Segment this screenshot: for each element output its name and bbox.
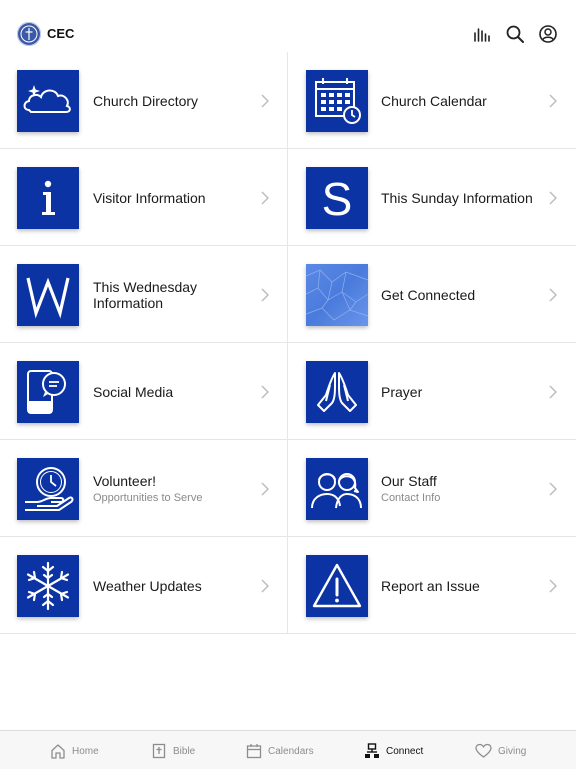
grid-item-label: Church Directory bbox=[93, 93, 199, 109]
grid-item-label: Social Media bbox=[93, 384, 174, 400]
chevron-right-icon bbox=[549, 579, 557, 593]
chevron-right-icon bbox=[549, 482, 557, 496]
tab-home[interactable]: Home bbox=[50, 740, 99, 762]
grid-item-label: Church Calendar bbox=[381, 93, 487, 109]
letter-w-icon bbox=[17, 264, 79, 326]
snowflake-icon bbox=[17, 555, 79, 617]
chevron-right-icon bbox=[549, 191, 557, 205]
grid-item-label: This Wednesday Information bbox=[93, 279, 198, 311]
connect-icon bbox=[365, 743, 379, 758]
cloud-icon bbox=[17, 70, 79, 132]
tab-label: Giving bbox=[498, 745, 527, 757]
tab-bible[interactable]: Bible bbox=[151, 740, 195, 762]
warning-icon bbox=[306, 555, 368, 617]
cec-logo-icon[interactable] bbox=[17, 22, 41, 46]
chat-phone-icon bbox=[17, 361, 79, 423]
grid-item-label: Report an Issue bbox=[381, 578, 480, 594]
tab-label: Connect bbox=[386, 745, 424, 757]
tab-bar: Home Bible Calendars Connect Giving bbox=[0, 730, 576, 769]
heart-icon bbox=[475, 743, 492, 758]
praying-hands-icon bbox=[306, 361, 368, 423]
chevron-right-icon bbox=[549, 94, 557, 108]
chevron-right-icon bbox=[261, 288, 269, 302]
grid-item-label: Visitor Information bbox=[93, 190, 206, 206]
grid-item-social-media[interactable]: Social Media bbox=[0, 343, 288, 440]
tab-label: Home bbox=[72, 745, 99, 757]
grid-item-visitor-information[interactable]: Visitor Information bbox=[0, 149, 288, 246]
app-title: CEC bbox=[47, 26, 75, 41]
grid-item-this-sunday-information[interactable]: S This Sunday Information bbox=[288, 149, 576, 246]
calendar-icon bbox=[246, 744, 262, 759]
header-bar: CEC bbox=[0, 0, 576, 55]
bible-icon bbox=[152, 743, 166, 759]
grid-item-sublabel: Opportunities to Serve bbox=[93, 492, 203, 504]
grid-item-label: Weather Updates bbox=[93, 578, 202, 594]
grid-item-weather-updates[interactable]: Weather Updates bbox=[0, 537, 288, 634]
broadcast-bars-icon[interactable] bbox=[472, 24, 492, 44]
hand-clock-icon bbox=[17, 458, 79, 520]
grid-item-volunteer[interactable]: Volunteer! Opportunities to Serve bbox=[0, 440, 288, 537]
letter-s-icon: S bbox=[306, 167, 368, 229]
grid-item-label: Prayer bbox=[381, 384, 423, 400]
home-icon bbox=[51, 744, 65, 759]
grid-item-label: Volunteer! bbox=[93, 473, 157, 489]
info-icon bbox=[17, 167, 79, 229]
tab-calendars[interactable]: Calendars bbox=[246, 740, 314, 762]
tab-label: Calendars bbox=[268, 745, 314, 757]
grid-item-church-calendar[interactable]: Church Calendar bbox=[288, 52, 576, 149]
grid-item-label: Our Staff bbox=[381, 473, 437, 489]
chevron-right-icon bbox=[261, 94, 269, 108]
chevron-right-icon bbox=[261, 482, 269, 496]
tab-giving[interactable]: Giving bbox=[475, 740, 526, 762]
svg-text:S: S bbox=[322, 173, 353, 225]
connect-grid: Church Directory Church Calendar Visitor… bbox=[0, 52, 576, 637]
chevron-right-icon bbox=[261, 191, 269, 205]
grid-item-label: This Sunday Information bbox=[381, 190, 533, 206]
grid-item-our-staff[interactable]: Our Staff Contact Info bbox=[288, 440, 576, 537]
search-icon[interactable] bbox=[505, 24, 525, 44]
tab-label: Bible bbox=[173, 745, 196, 757]
people-icon bbox=[306, 458, 368, 520]
chevron-right-icon bbox=[261, 579, 269, 593]
grid-item-sublabel: Contact Info bbox=[381, 492, 441, 504]
calendar-clock-icon bbox=[306, 70, 368, 132]
grid-item-church-directory[interactable]: Church Directory bbox=[0, 52, 288, 149]
grid-item-label: Get Connected bbox=[381, 287, 476, 303]
account-icon[interactable] bbox=[538, 24, 558, 44]
grid-item-this-wednesday-information[interactable]: This Wednesday Information bbox=[0, 246, 288, 343]
network-pattern-icon bbox=[306, 264, 368, 326]
grid-item-report-an-issue[interactable]: Report an Issue bbox=[288, 537, 576, 634]
grid-item-prayer[interactable]: Prayer bbox=[288, 343, 576, 440]
tab-connect[interactable]: Connect bbox=[364, 740, 423, 762]
chevron-right-icon bbox=[549, 288, 557, 302]
chevron-right-icon bbox=[261, 385, 269, 399]
chevron-right-icon bbox=[549, 385, 557, 399]
grid-item-get-connected[interactable]: Get Connected bbox=[288, 246, 576, 343]
